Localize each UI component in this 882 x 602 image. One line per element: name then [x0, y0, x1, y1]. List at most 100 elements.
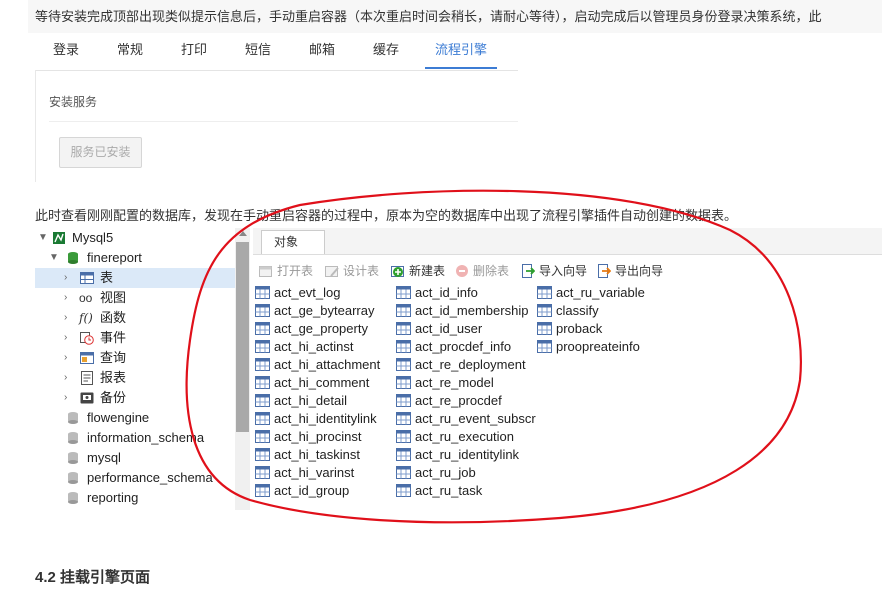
open-table-button[interactable]: 打开表	[257, 260, 321, 282]
table-icon	[537, 286, 552, 299]
tab-workflow-engine[interactable]: 流程引擎	[425, 33, 497, 69]
event-clock-icon	[80, 332, 94, 345]
database-label: reporting	[87, 490, 139, 505]
delete-table-button[interactable]: 删除表	[453, 260, 517, 282]
tree-database-mysql[interactable]: mysql	[35, 448, 235, 468]
new-table-icon	[391, 266, 404, 277]
new-table-button[interactable]: 新建表	[389, 260, 453, 282]
database-label: flowengine	[87, 410, 150, 425]
database-label: finereport	[87, 250, 142, 265]
table-icon	[396, 466, 411, 479]
toolbar-label: 导出向导	[615, 264, 664, 278]
table-icon	[396, 448, 411, 461]
table-icon	[396, 304, 411, 317]
chevron-right-icon[interactable]: ›	[64, 388, 74, 408]
tree-node-views[interactable]: › oo 视图	[35, 288, 235, 308]
database-tree: ▼ Mysql5 ▼ finereport › 表 › oo 视图 › f() …	[35, 228, 235, 510]
chevron-right-icon[interactable]: ›	[64, 328, 74, 348]
tree-node-label: 函数	[100, 310, 127, 325]
tree-connection-mysql5[interactable]: ▼ Mysql5	[35, 228, 235, 248]
chevron-right-icon[interactable]: ›	[64, 368, 74, 388]
database-label: information_schema	[87, 430, 205, 445]
table-icon	[396, 340, 411, 353]
tree-node-functions[interactable]: › f() 函数	[35, 308, 235, 328]
description-text: 此时查看刚刚配置的数据库，发现在手动重启容器的过程中，原本为空的数据库中出现了流…	[35, 208, 738, 223]
table-name: act_re_procdef	[415, 393, 502, 408]
tab-sms[interactable]: 短信	[233, 33, 283, 69]
tree-node-reports[interactable]: › 报表	[35, 368, 235, 388]
tree-node-events[interactable]: › 事件	[35, 328, 235, 348]
table-icon	[396, 484, 411, 497]
delete-table-icon	[456, 265, 468, 277]
tab-print[interactable]: 打印	[169, 33, 219, 69]
table-name: act_re_deployment	[415, 357, 526, 372]
table-name: act_ru_identitylink	[415, 447, 520, 462]
table-icon	[396, 286, 411, 299]
table-name: act_ge_bytearray	[274, 303, 375, 318]
database-icon	[68, 472, 78, 484]
scroll-up-arrow-icon[interactable]	[239, 231, 247, 236]
table-name: act_hi_procinst	[274, 429, 362, 444]
settings-panel: 登录 常规 打印 短信 邮箱 缓存 流程引擎 安装服务 服务已安装	[35, 33, 518, 183]
scrollbar-thumb[interactable]	[236, 242, 249, 432]
tab-login[interactable]: 登录	[41, 33, 91, 69]
table-icon	[537, 322, 552, 335]
tree-node-label: 事件	[100, 330, 127, 345]
backup-icon	[80, 392, 94, 404]
tab-email[interactable]: 邮箱	[297, 33, 347, 69]
tree-database-information-schema[interactable]: information_schema	[35, 428, 235, 448]
query-icon	[80, 352, 94, 364]
toolbar-label: 删除表	[473, 264, 510, 278]
chevron-right-icon[interactable]: ›	[64, 288, 74, 308]
report-icon	[81, 371, 93, 385]
table-name: act_ru_task	[415, 483, 483, 498]
table-name: act_ru_variable	[556, 285, 645, 300]
table-icon	[255, 394, 270, 407]
table-name: act_id_info	[415, 285, 478, 300]
glasses-icon: oo	[79, 291, 93, 305]
tree-node-tables[interactable]: › 表	[35, 268, 235, 288]
tab-objects[interactable]: 对象	[261, 230, 325, 254]
tree-database-performance-schema[interactable]: performance_schema	[35, 468, 235, 488]
table-name: act_id_group	[274, 483, 350, 498]
tree-database-finereport[interactable]: ▼ finereport	[35, 248, 235, 268]
section-heading: 4.2 挂载引擎页面	[35, 569, 151, 586]
export-wizard-button[interactable]: 导出向导	[595, 260, 671, 282]
open-table-icon	[259, 266, 272, 277]
table-icon	[396, 322, 411, 335]
table-icon	[255, 340, 270, 353]
tab-cache[interactable]: 缓存	[361, 33, 411, 69]
table-name: act_re_model	[415, 375, 494, 390]
tree-node-label: 备份	[100, 390, 127, 405]
object-tabbar: 对象	[253, 228, 882, 255]
tab-general[interactable]: 常规	[105, 33, 155, 69]
design-table-button[interactable]: 设计表	[323, 260, 387, 282]
database-icon	[68, 412, 78, 424]
chevron-right-icon[interactable]: ›	[64, 268, 74, 288]
design-table-icon	[325, 266, 339, 277]
tree-node-backups[interactable]: › 备份	[35, 388, 235, 408]
import-icon	[522, 264, 535, 278]
table-name: act_hi_taskinst	[274, 447, 360, 462]
tree-node-queries[interactable]: › 查询	[35, 348, 235, 368]
chevron-right-icon[interactable]: ›	[64, 348, 74, 368]
table-name: proback	[556, 321, 603, 336]
table-icon	[537, 340, 552, 353]
chevron-down-icon[interactable]: ▼	[49, 248, 59, 268]
tree-database-flowengine[interactable]: flowengine	[35, 408, 235, 428]
toolbar-label: 设计表	[343, 264, 380, 278]
toolbar-label: 导入向导	[539, 264, 588, 278]
chevron-right-icon[interactable]: ›	[64, 308, 74, 328]
table-icon	[537, 304, 552, 317]
service-installed-button[interactable]: 服务已安装	[59, 137, 142, 168]
tree-database-reporting[interactable]: reporting	[35, 488, 235, 508]
import-wizard-button[interactable]: 导入向导	[519, 260, 593, 282]
table-icon	[396, 412, 411, 425]
table-icon	[396, 358, 411, 371]
export-icon	[598, 264, 611, 278]
database-icon	[68, 432, 78, 444]
chevron-down-icon[interactable]: ▼	[38, 228, 48, 248]
database-label: performance_schema	[87, 470, 213, 485]
table-icon	[255, 304, 270, 317]
table-name: act_hi_actinst	[274, 339, 354, 354]
